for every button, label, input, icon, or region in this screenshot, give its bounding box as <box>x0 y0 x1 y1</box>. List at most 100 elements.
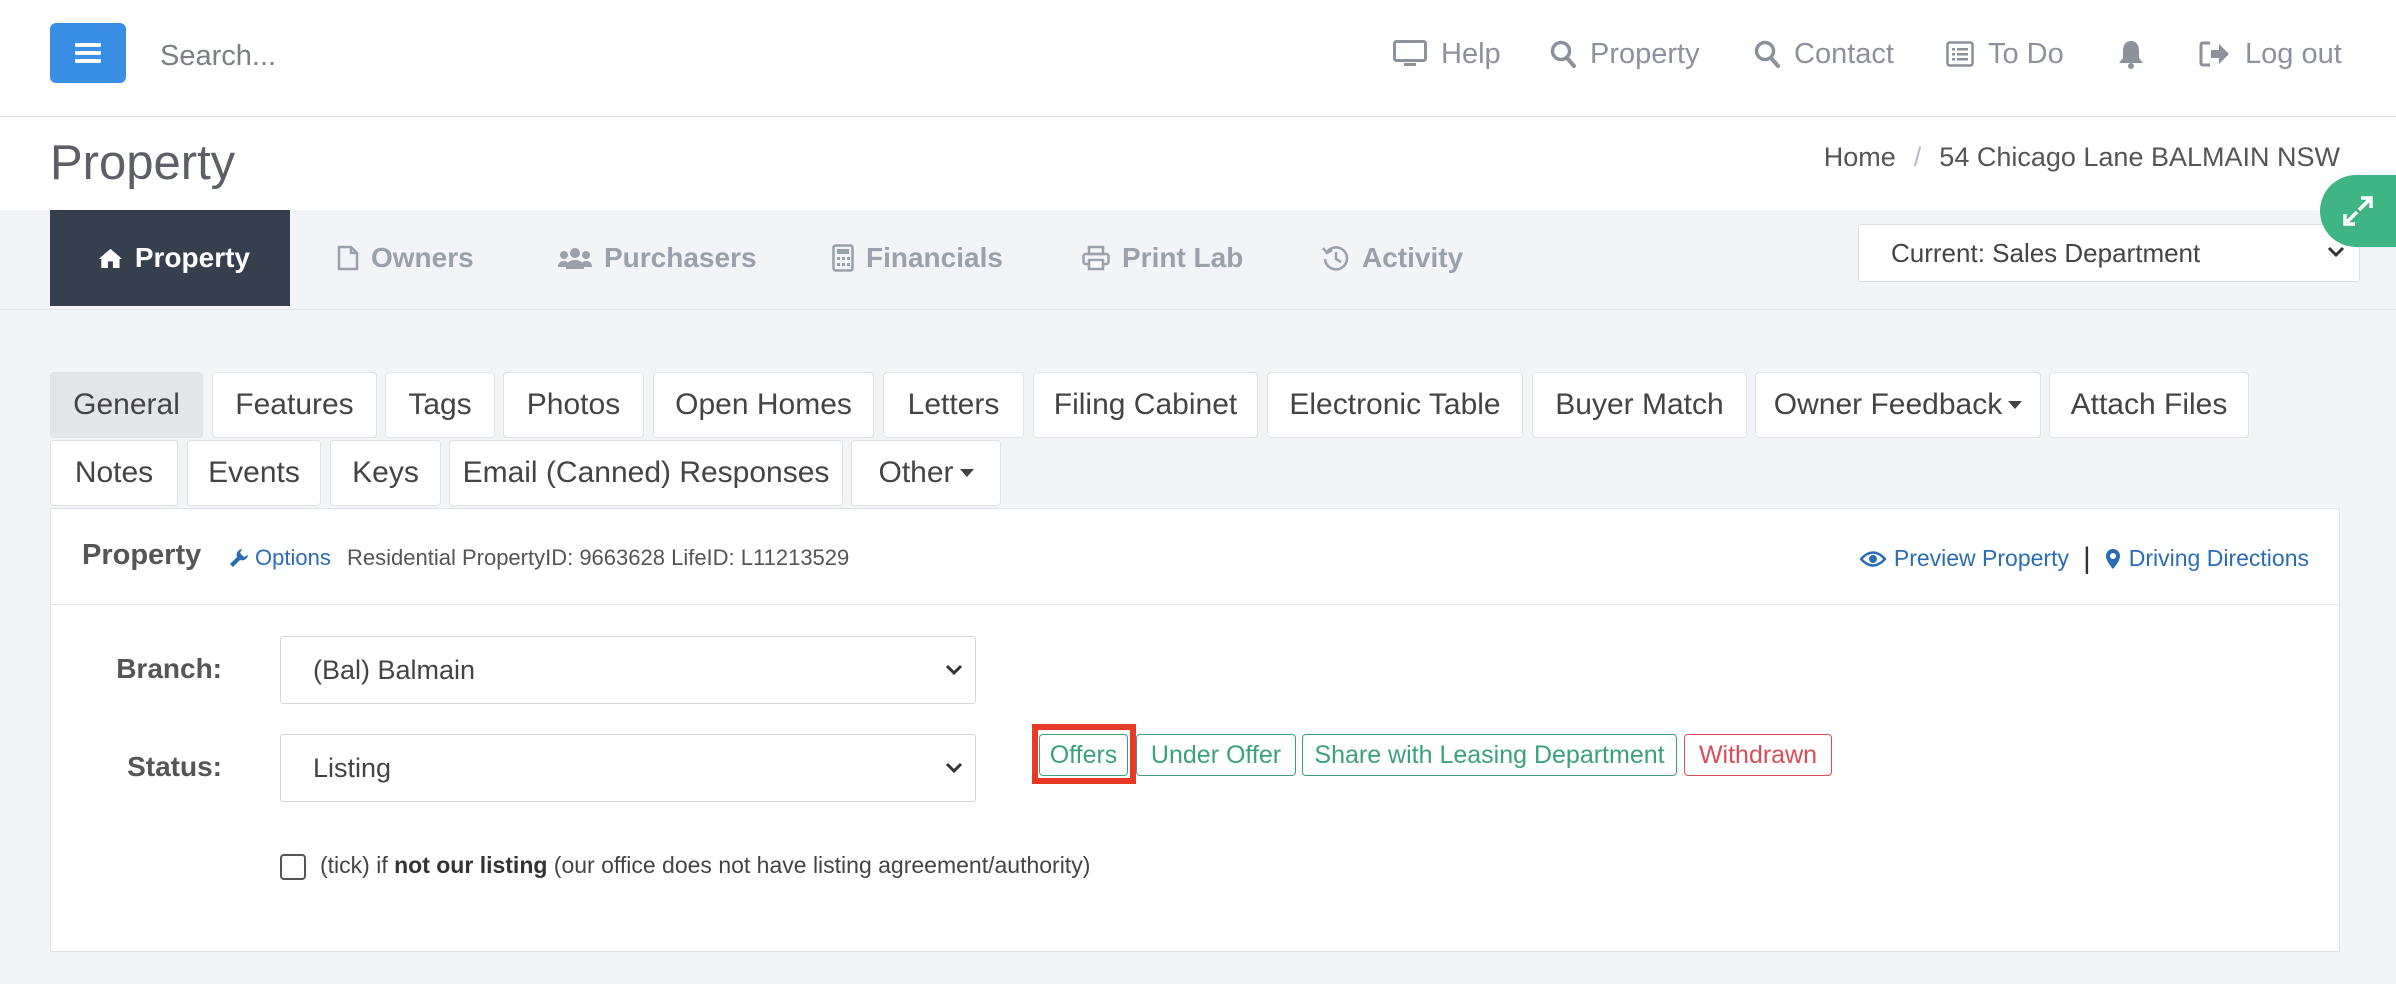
chevron-down-icon <box>945 762 963 774</box>
bell-icon <box>2119 41 2143 69</box>
eye-icon <box>1859 550 1886 567</box>
property-search-link[interactable]: Property <box>1550 34 1700 74</box>
property-panel: Property Options Residential PropertyID:… <box>50 508 2340 952</box>
preview-property-link[interactable]: Preview Property <box>1894 545 2069 572</box>
todo-link[interactable]: To Do <box>1946 34 2064 74</box>
property-label: Property <box>1590 37 1700 70</box>
tab-property-label: Property <box>134 242 250 273</box>
subtab-owner-feedback-label: Owner Feedback <box>1773 388 2003 421</box>
contact-label: Contact <box>1794 37 1894 70</box>
status-select-value: Listing <box>313 752 392 783</box>
home-icon <box>98 248 123 268</box>
todo-label: To Do <box>1988 37 2064 70</box>
subtab-other-label: Other <box>878 456 954 489</box>
subtab-email-responses[interactable]: Email (Canned) Responses <box>449 440 843 506</box>
status-select[interactable]: Listing <box>280 734 976 802</box>
tab-purchasers-label: Purchasers <box>604 242 757 273</box>
help-link[interactable]: Help <box>1393 34 1501 74</box>
monitor-icon <box>1393 40 1427 66</box>
logout-icon <box>2199 41 2229 67</box>
notifications-button[interactable] <box>2117 34 2145 74</box>
department-select-value: Current: Sales Department <box>1891 237 2201 268</box>
menu-toggle-button[interactable] <box>50 23 126 83</box>
checkbox-bold: not our listing <box>394 852 548 878</box>
tab-owners-label: Owners <box>371 242 474 273</box>
subtab-attach-files[interactable]: Attach Files <box>2049 372 2249 438</box>
branch-label: Branch: <box>116 653 222 684</box>
expand-button[interactable] <box>2320 175 2396 247</box>
driving-directions-link[interactable]: Driving Directions <box>2129 545 2309 572</box>
breadcrumb: Home / 54 Chicago Lane BALMAIN NSW <box>1824 142 2340 173</box>
checkbox-prefix: (tick) if <box>320 852 395 878</box>
tab-print-lab-label: Print Lab <box>1122 242 1244 273</box>
not-our-listing-checkbox[interactable] <box>280 854 306 880</box>
file-icon <box>337 245 359 271</box>
tab-print-lab[interactable]: Print Lab <box>1082 210 1243 306</box>
caret-down-icon <box>959 469 974 477</box>
expand-icon <box>2343 196 2373 226</box>
share-leasing-button[interactable]: Share with Leasing Department <box>1302 734 1677 776</box>
caret-down-icon <box>2008 401 2023 409</box>
subtab-general[interactable]: General <box>50 372 203 438</box>
status-label: Status: <box>127 751 222 782</box>
users-icon <box>558 248 592 269</box>
subtab-filing-cabinet[interactable]: Filing Cabinet <box>1033 372 1258 438</box>
options-label: Options <box>255 545 331 570</box>
wrench-icon <box>230 549 248 567</box>
breadcrumb-home[interactable]: Home <box>1824 142 1896 173</box>
search-input[interactable] <box>160 36 660 76</box>
department-select[interactable]: Current: Sales Department <box>1858 224 2360 282</box>
tab-activity[interactable]: Activity <box>1322 210 1463 306</box>
subtab-letters[interactable]: Letters <box>883 372 1024 438</box>
subtab-tags[interactable]: Tags <box>385 372 495 438</box>
tab-owners[interactable]: Owners <box>337 210 474 306</box>
breadcrumb-current: 54 Chicago Lane BALMAIN NSW <box>1939 142 2340 172</box>
withdrawn-button[interactable]: Withdrawn <box>1684 734 1832 776</box>
history-icon <box>1322 246 1349 271</box>
map-marker-icon <box>2105 548 2120 569</box>
logout-link[interactable]: Log out <box>2199 34 2342 74</box>
subtab-notes[interactable]: Notes <box>50 440 178 506</box>
checkbox-suffix: (our office does not have listing agreem… <box>547 852 1091 878</box>
page-title: Property <box>50 136 236 190</box>
search-icon <box>1754 40 1780 68</box>
branch-select-value: (Bal) Balmain <box>313 654 476 685</box>
panel-header-links: Preview Property | Driving Directions <box>1859 541 2309 575</box>
subtab-other[interactable]: Other <box>851 440 1001 506</box>
help-label: Help <box>1441 37 1501 70</box>
subtab-photos[interactable]: Photos <box>503 372 644 438</box>
subtab-owner-feedback[interactable]: Owner Feedback <box>1755 372 2041 438</box>
contact-search-link[interactable]: Contact <box>1754 34 1894 74</box>
under-offer-button[interactable]: Under Offer <box>1136 734 1296 776</box>
hamburger-icon <box>75 43 101 63</box>
branch-select[interactable]: (Bal) Balmain <box>280 636 976 704</box>
tab-financials[interactable]: Financials <box>832 210 1003 306</box>
logout-label: Log out <box>2245 37 2342 70</box>
highlight-box <box>1032 724 1136 784</box>
panel-title: Property <box>82 539 202 571</box>
tab-purchasers[interactable]: Purchasers <box>558 210 757 306</box>
top-bar: Help Property Contact To Do <box>0 0 2396 117</box>
subtab-electronic-table[interactable]: Electronic Table <box>1267 372 1523 438</box>
property-meta: Residential PropertyID: 9663628 LifeID: … <box>347 545 850 570</box>
subtab-keys[interactable]: Keys <box>330 440 441 506</box>
subtab-features[interactable]: Features <box>212 372 377 438</box>
tab-financials-label: Financials <box>866 242 1003 273</box>
breadcrumb-separator: / <box>1913 142 1922 172</box>
panel-header: Property Options Residential PropertyID:… <box>51 509 2339 605</box>
link-divider: | <box>2082 541 2091 575</box>
chevron-down-icon <box>945 664 963 676</box>
printer-icon <box>1082 245 1110 271</box>
subtab-buyer-match[interactable]: Buyer Match <box>1532 372 1747 438</box>
search-icon <box>1550 40 1576 68</box>
tab-property[interactable]: Property <box>50 210 290 306</box>
page-header: Property Home / 54 Chicago Lane BALMAIN … <box>0 118 2396 210</box>
options-link[interactable]: Options <box>229 545 331 571</box>
list-icon <box>1946 41 1974 67</box>
calculator-icon <box>832 244 854 272</box>
subtab-events[interactable]: Events <box>187 440 321 506</box>
not-our-listing-label: (tick) if not our listing (our office do… <box>320 852 1090 879</box>
subtab-open-homes[interactable]: Open Homes <box>653 372 874 438</box>
main-tab-bar: Property Owners Purchasers Financials Pr… <box>0 210 2396 310</box>
tab-activity-label: Activity <box>1362 242 1464 273</box>
